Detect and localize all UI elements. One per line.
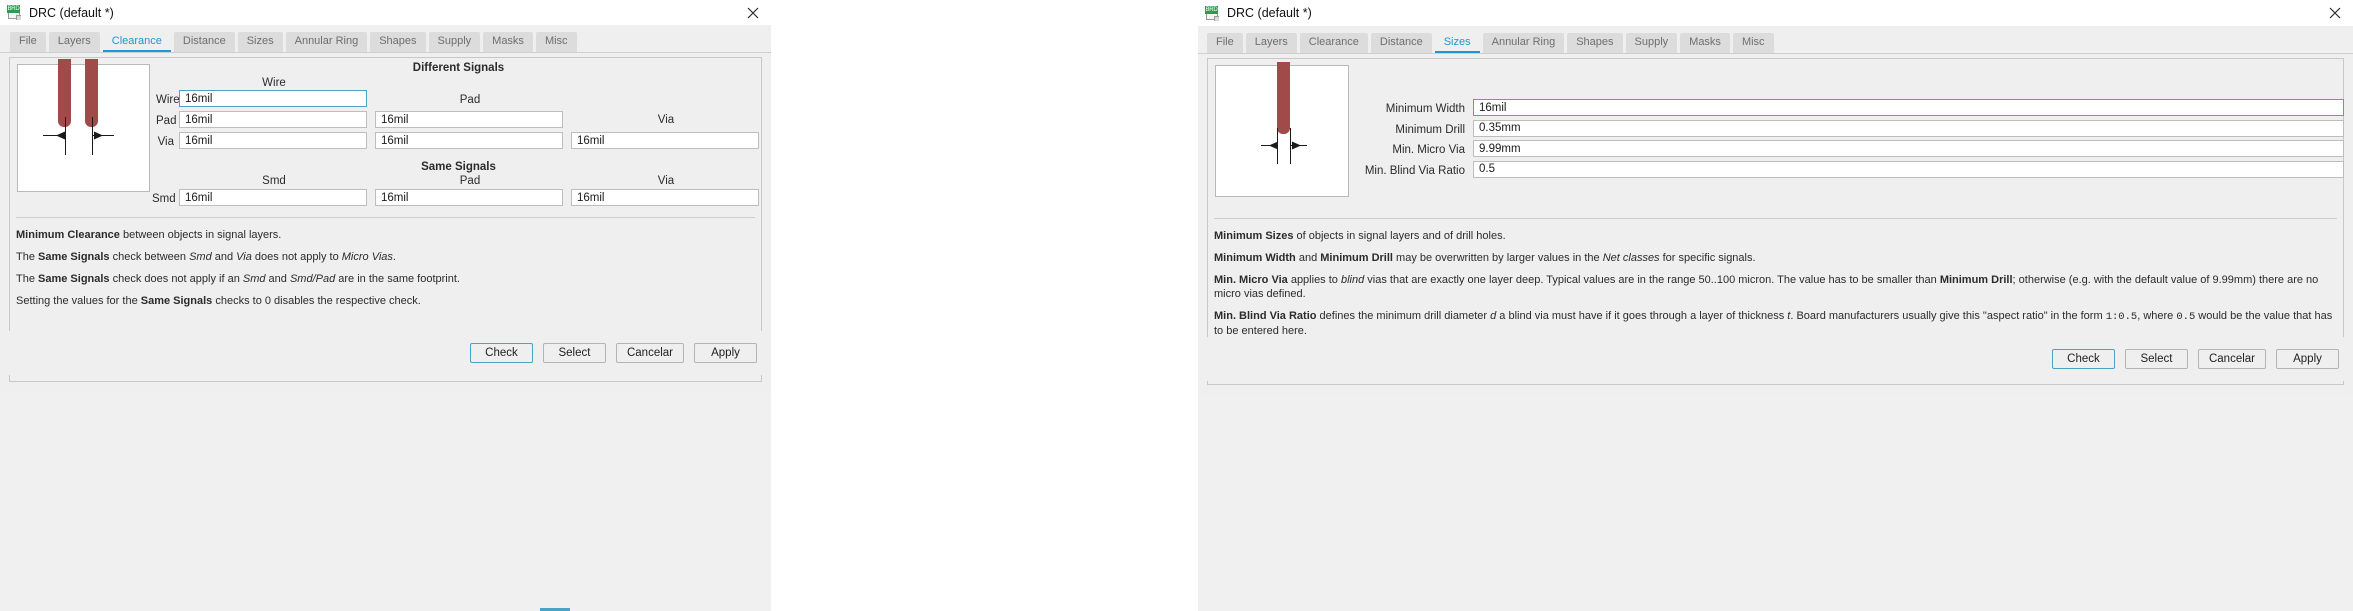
left-divider: [16, 217, 755, 218]
right-divider: [1214, 218, 2337, 219]
cancelar-button[interactable]: Cancelar: [615, 343, 684, 363]
select-button[interactable]: Select: [542, 343, 606, 363]
field-smd-smd[interactable]: [179, 189, 367, 206]
description-paragraph: Minimum Sizes of objects in signal layer…: [1214, 230, 1506, 242]
left-window-title: DRC (default *): [29, 5, 114, 20]
board-file-icon: BRD: [7, 5, 22, 20]
right-window-title: DRC (default *): [1227, 6, 1312, 20]
same-signals-title: Same Signals: [421, 161, 496, 173]
tab-clearance[interactable]: Clearance: [102, 32, 171, 52]
check-button[interactable]: Check: [469, 343, 533, 363]
tab-misc[interactable]: Misc: [535, 32, 577, 52]
drc-clearance-window: BRD DRC (default *) File Layers Clearance D…: [0, 0, 771, 611]
different-signals-title: Different Signals: [412, 62, 505, 74]
right-titlebar: BRD DRC (default *): [1198, 0, 2353, 26]
field-min-blind-via-ratio[interactable]: [1473, 160, 2344, 178]
left-button-bar: Check Select Cancelar Apply: [0, 331, 771, 375]
cancelar-button[interactable]: Cancelar: [2197, 349, 2266, 369]
row-label-via: Via: [157, 136, 174, 148]
sizes-preview-image: [1215, 62, 1349, 197]
field-minimum-width[interactable]: [1473, 99, 2344, 116]
col-header-same-pad: Pad: [459, 175, 481, 187]
field-via-wire[interactable]: [179, 132, 367, 149]
col-header-wire: Wire: [262, 77, 286, 89]
description-paragraph: Minimum Clearance between objects in sig…: [16, 229, 282, 241]
right-content-box: Minimum Width Minimum Drill Min. Micro Via…: [1207, 58, 2344, 385]
check-button[interactable]: Check: [2051, 349, 2115, 369]
tab-masks[interactable]: Masks: [483, 32, 533, 52]
label-minimum-width: Minimum Width: [1385, 103, 1465, 115]
drc-sizes-window: BRD DRC (default *) File Layers Clearance D…: [1198, 0, 2353, 611]
apply-button[interactable]: Apply: [2276, 349, 2339, 369]
right-button-bar: Check Select Cancelar Apply: [1198, 337, 2353, 381]
description-paragraph: Min. Blind Via Ratio defines the minimum…: [1214, 310, 2333, 337]
row-label-smd: Smd: [152, 193, 176, 205]
col-header-same-via: Via: [657, 175, 675, 187]
left-titlebar: BRD DRC (default *): [0, 0, 771, 25]
left-panel: Different Signals Wire Pad Via Wire Pad …: [0, 52, 771, 392]
row-label-wire: Wire: [156, 94, 180, 106]
tab-annular-ring[interactable]: Annular Ring: [285, 32, 368, 52]
description-paragraph: Setting the values for the Same Signals …: [16, 295, 421, 307]
close-icon[interactable]: [2327, 5, 2343, 21]
field-minimum-drill[interactable]: [1473, 119, 2344, 137]
close-icon[interactable]: [745, 5, 761, 21]
tab-file[interactable]: File: [10, 32, 46, 52]
col-header-pad: Pad: [459, 94, 481, 106]
field-min-micro-via[interactable]: [1473, 140, 2344, 157]
tab-misc[interactable]: Misc: [1732, 33, 1774, 53]
tab-file[interactable]: File: [1207, 33, 1243, 53]
tab-sizes[interactable]: Sizes: [237, 32, 283, 52]
right-tabstrip: File Layers Clearance Distance Sizes Annular …: [1198, 26, 2353, 53]
tab-layers[interactable]: Layers: [1245, 33, 1297, 53]
label-minimum-drill: Minimum Drill: [1395, 123, 1465, 136]
apply-button[interactable]: Apply: [694, 343, 757, 363]
tab-masks[interactable]: Masks: [1680, 33, 1730, 53]
tab-shapes[interactable]: Shapes: [1567, 33, 1623, 53]
description-paragraph: Minimum Width and Minimum Drill may be o…: [1214, 252, 1756, 264]
tab-supply[interactable]: Supply: [428, 32, 481, 52]
field-smd-via[interactable]: [571, 189, 759, 206]
tab-layers[interactable]: Layers: [48, 32, 100, 52]
col-header-via: Via: [657, 114, 675, 126]
board-file-icon: BRD: [1205, 5, 1220, 21]
tab-supply[interactable]: Supply: [1625, 33, 1678, 53]
clearance-preview-image: [17, 59, 150, 192]
right-panel: Minimum Width Minimum Drill Min. Micro Via…: [1198, 53, 2353, 395]
field-pad-wire[interactable]: [179, 111, 367, 128]
tab-annular-ring[interactable]: Annular Ring: [1482, 33, 1565, 53]
description-paragraph: The Same Signals check between Smd and V…: [16, 251, 396, 263]
tab-distance[interactable]: Distance: [1370, 33, 1432, 53]
field-pad-pad[interactable]: [375, 111, 563, 128]
description-paragraph: The Same Signals check does not apply if…: [16, 273, 460, 285]
select-button[interactable]: Select: [2124, 349, 2188, 369]
field-via-pad[interactable]: [375, 132, 563, 149]
left-tabstrip: File Layers Clearance Distance Sizes Annular …: [0, 25, 771, 52]
label-min-blind-via-ratio: Min. Blind Via Ratio: [1364, 164, 1465, 177]
tab-shapes[interactable]: Shapes: [370, 32, 426, 52]
field-wire-wire[interactable]: [179, 90, 367, 107]
row-label-pad: Pad: [156, 115, 177, 127]
screen: BRD DRC (default *) File Layers Clearance D…: [0, 0, 2353, 611]
tab-distance[interactable]: Distance: [173, 32, 235, 52]
tab-sizes[interactable]: Sizes: [1434, 33, 1480, 53]
field-via-via[interactable]: [571, 132, 759, 149]
field-smd-pad[interactable]: [375, 189, 563, 206]
tab-clearance[interactable]: Clearance: [1299, 33, 1368, 53]
label-min-micro-via: Min. Micro Via: [1392, 144, 1465, 156]
col-header-smd: Smd: [262, 175, 286, 187]
description-paragraph: Min. Micro Via applies to blind vias tha…: [1214, 274, 2319, 300]
